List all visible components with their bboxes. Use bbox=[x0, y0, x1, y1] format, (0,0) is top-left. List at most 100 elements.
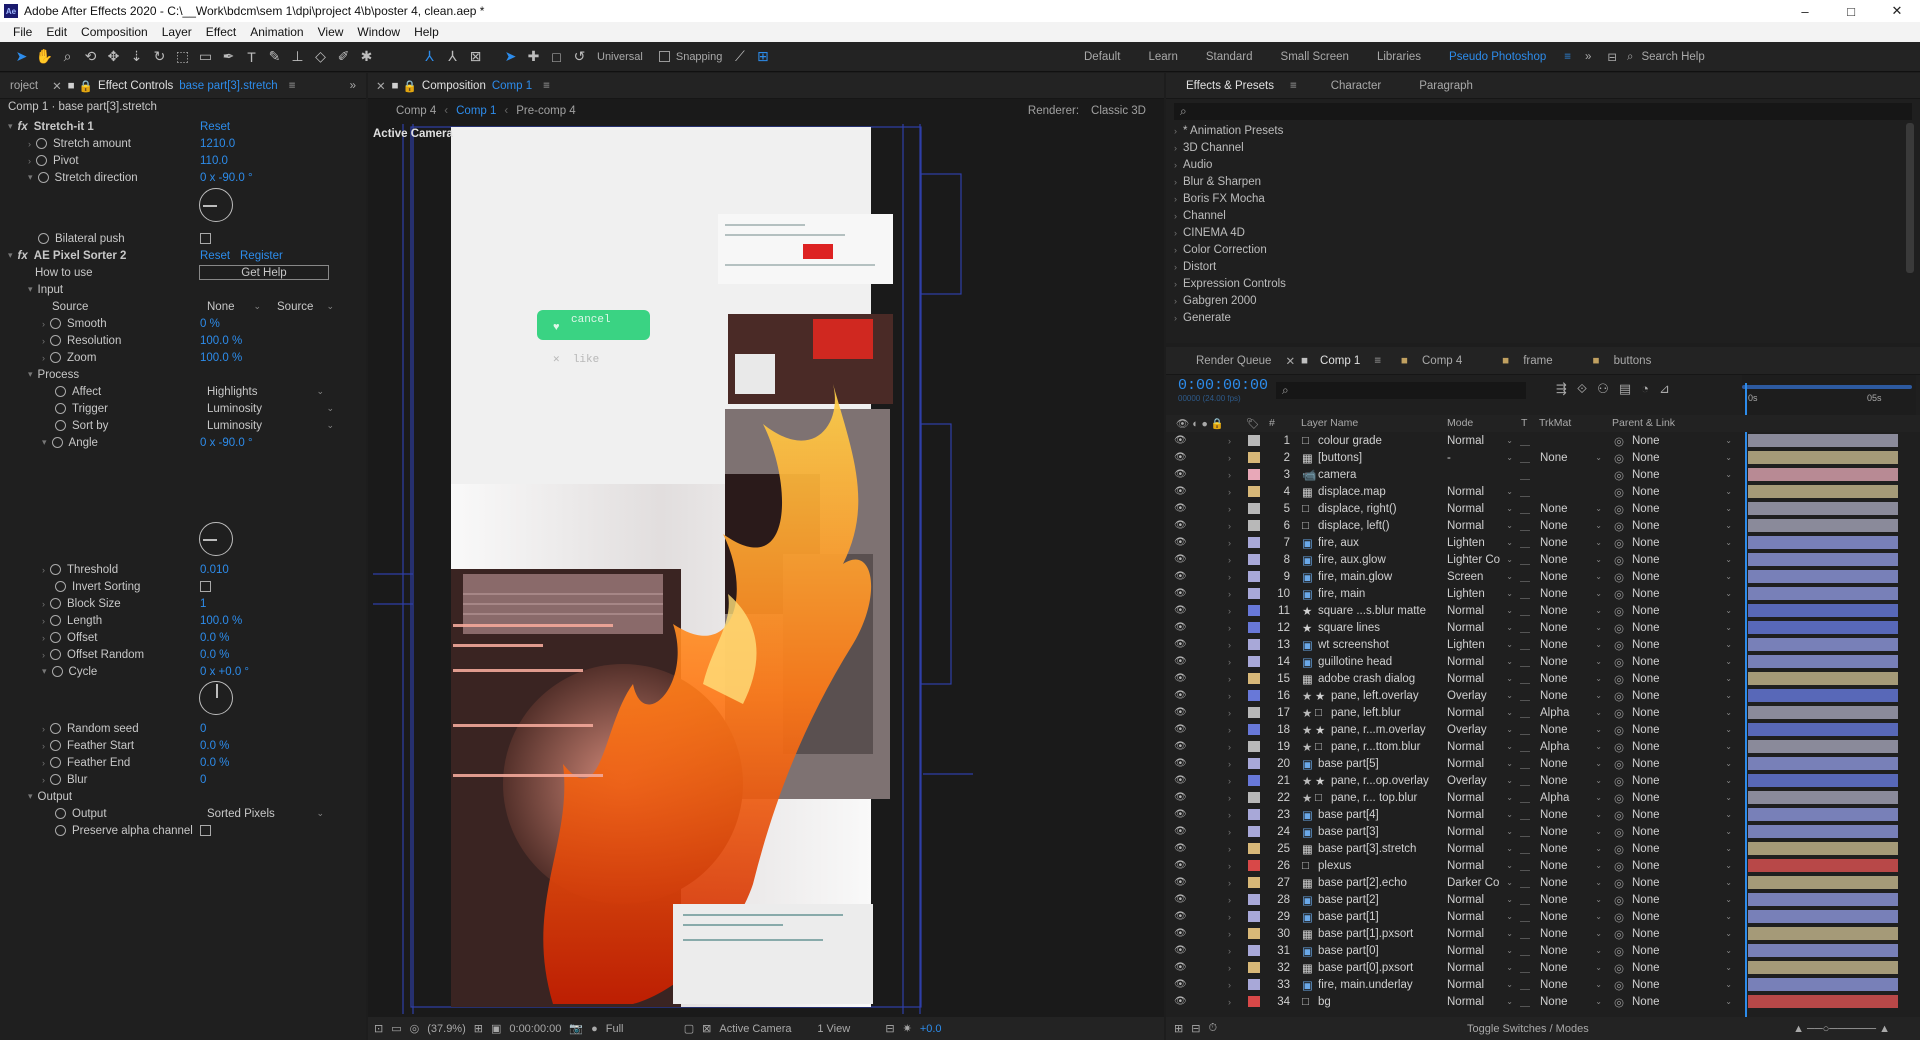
type-tool-icon[interactable]: T bbox=[240, 46, 263, 68]
feather-start-value[interactable]: 0.0 % bbox=[200, 737, 229, 754]
layer-duration-bar[interactable] bbox=[1748, 672, 1898, 685]
unified-camera-icon[interactable]: ➤ bbox=[499, 46, 522, 68]
sort-by-dropdown[interactable]: Luminosity ⌄ bbox=[203, 418, 338, 433]
parent-dropdown[interactable]: None ⌄ bbox=[1632, 772, 1732, 789]
menu-effect[interactable]: Effect bbox=[199, 25, 243, 39]
visibility-eye-icon[interactable]: 👁 bbox=[1174, 483, 1187, 500]
pixel-sorter-reset-link[interactable]: Reset bbox=[200, 247, 230, 264]
blend-mode-dropdown[interactable]: Overlay ⌄ bbox=[1447, 687, 1513, 704]
label-color-swatch[interactable] bbox=[1248, 486, 1260, 497]
layer-duration-bar[interactable] bbox=[1748, 434, 1898, 447]
preserve-transparency-box[interactable] bbox=[1520, 877, 1530, 888]
effect-category[interactable]: › Generate bbox=[1166, 309, 1906, 326]
track-matte-dropdown[interactable]: None ⌄ bbox=[1540, 959, 1602, 976]
snapping-label[interactable]: Snapping bbox=[676, 51, 723, 63]
panel-menu-icon[interactable]: ■ bbox=[66, 80, 77, 92]
lock-icon[interactable]: 🔒 bbox=[401, 79, 419, 93]
layer-name[interactable]: base part[4] bbox=[1318, 806, 1379, 823]
preserve-transparency-box[interactable] bbox=[1520, 605, 1530, 616]
layer-duration-bar[interactable] bbox=[1748, 451, 1898, 464]
pick-whip-icon[interactable]: ◎ bbox=[1614, 942, 1624, 959]
tab-effects-presets[interactable]: Effects & Presets bbox=[1176, 80, 1284, 92]
label-color-swatch[interactable] bbox=[1248, 809, 1260, 820]
visibility-eye-icon[interactable]: 👁 bbox=[1174, 585, 1187, 602]
layer-duration-bar[interactable] bbox=[1748, 519, 1898, 532]
bilateral-push-checkbox[interactable] bbox=[200, 233, 211, 244]
menu-help[interactable]: Help bbox=[407, 25, 446, 39]
pivot-value[interactable]: 110.0 bbox=[200, 152, 228, 169]
expand-layer-icon[interactable]: › bbox=[1228, 602, 1231, 619]
label-color-swatch[interactable] bbox=[1248, 469, 1260, 480]
layer-name[interactable]: bg bbox=[1318, 993, 1331, 1010]
stretch-direction-dial[interactable] bbox=[199, 188, 233, 222]
draft-3d-icon[interactable]: ⟐ bbox=[1577, 381, 1587, 397]
blend-mode-dropdown[interactable]: Lighten ⌄ bbox=[1447, 636, 1513, 653]
tab-effect-controls[interactable]: Effect Controls bbox=[95, 80, 176, 92]
track-matte-dropdown[interactable]: None ⌄ bbox=[1540, 636, 1602, 653]
blend-mode-dropdown[interactable]: Normal ⌄ bbox=[1447, 602, 1513, 619]
blend-mode-dropdown[interactable]: Normal ⌄ bbox=[1447, 959, 1513, 976]
offset-value[interactable]: 0.0 % bbox=[200, 629, 229, 646]
dolly-camera-icon[interactable]: ⇣ bbox=[125, 46, 148, 68]
random-seed-value[interactable]: 0 bbox=[200, 720, 206, 737]
layer-name[interactable]: base part[3].stretch bbox=[1318, 840, 1416, 857]
parent-dropdown[interactable]: None ⌄ bbox=[1632, 636, 1732, 653]
threshold-value[interactable]: 0.010 bbox=[200, 561, 229, 578]
layer-duration-bar[interactable] bbox=[1748, 621, 1898, 634]
layer-name[interactable]: pane, left.overlay bbox=[1331, 687, 1419, 704]
expand-layer-icon[interactable]: › bbox=[1228, 942, 1231, 959]
graph-editor-icon[interactable]: ⊿ bbox=[1659, 381, 1670, 397]
layer-duration-bar[interactable] bbox=[1748, 774, 1898, 787]
preserve-transparency-box[interactable] bbox=[1520, 928, 1530, 939]
pick-whip-icon[interactable]: ◎ bbox=[1614, 891, 1624, 908]
expand-layer-icon[interactable]: › bbox=[1228, 738, 1231, 755]
expand-layer-icon[interactable]: › bbox=[1228, 483, 1231, 500]
offset-random-value[interactable]: 0.0 % bbox=[200, 646, 229, 663]
layer-row[interactable]: 👁 › 13 ▣ wt screenshot Lighten ⌄ None ⌄ ◎ None ⌄ bbox=[1166, 636, 1898, 653]
preserve-transparency-box[interactable] bbox=[1520, 588, 1530, 599]
pick-whip-icon[interactable]: ◎ bbox=[1614, 585, 1624, 602]
angle-value[interactable]: 0 x -90.0 ° bbox=[200, 434, 253, 451]
blend-mode-dropdown[interactable]: Normal ⌄ bbox=[1447, 891, 1513, 908]
stretch-reset-link[interactable]: Reset bbox=[200, 118, 230, 135]
blend-mode-dropdown[interactable]: Overlay ⌄ bbox=[1447, 721, 1513, 738]
label-color-swatch[interactable] bbox=[1248, 724, 1260, 735]
layer-row[interactable]: 👁 › 4 ▦ displace.map Normal ⌄ ◎ None ⌄ bbox=[1166, 483, 1898, 500]
track-matte-dropdown[interactable]: Alpha ⌄ bbox=[1540, 789, 1602, 806]
output-dropdown[interactable]: Sorted Pixels ⌄ bbox=[203, 806, 328, 821]
expand-layer-icon[interactable]: › bbox=[1228, 721, 1231, 738]
label-color-swatch[interactable] bbox=[1248, 605, 1260, 616]
blend-mode-dropdown[interactable]: Normal ⌄ bbox=[1447, 432, 1513, 449]
visibility-eye-icon[interactable]: 👁 bbox=[1174, 772, 1187, 789]
layer-name[interactable]: plexus bbox=[1318, 857, 1351, 874]
preserve-transparency-box[interactable] bbox=[1520, 503, 1530, 514]
parent-dropdown[interactable]: None ⌄ bbox=[1632, 517, 1732, 534]
visibility-eye-icon[interactable]: 👁 bbox=[1174, 704, 1187, 721]
visibility-eye-icon[interactable]: 👁 bbox=[1174, 840, 1187, 857]
panel-menu-icon[interactable]: ■ bbox=[390, 80, 401, 92]
toggle-pixel-icon[interactable]: ⊟ bbox=[885, 1022, 894, 1035]
comp-mini-flowchart-icon[interactable]: ⇶ bbox=[1556, 381, 1567, 397]
puppet-pin-icon[interactable]: ✱ bbox=[355, 46, 378, 68]
always-preview-icon[interactable]: ⊡ bbox=[374, 1022, 383, 1035]
label-color-swatch[interactable] bbox=[1248, 979, 1260, 990]
parent-dropdown[interactable]: None ⌄ bbox=[1632, 738, 1732, 755]
visibility-eye-icon[interactable]: 👁 bbox=[1174, 925, 1187, 942]
expand-layer-icon[interactable]: › bbox=[1228, 517, 1231, 534]
layer-row[interactable]: 👁 › 28 ▣ base part[2] Normal ⌄ None ⌄ ◎ None ⌄ bbox=[1166, 891, 1898, 908]
tab-render-queue[interactable]: Render Queue bbox=[1186, 355, 1281, 367]
layer-duration-bar[interactable] bbox=[1748, 485, 1898, 498]
label-color-swatch[interactable] bbox=[1248, 639, 1260, 650]
effect-category[interactable]: › Expression Controls bbox=[1166, 275, 1906, 292]
tab-comp-1[interactable]: Comp 1 bbox=[1310, 355, 1370, 367]
track-matte-dropdown[interactable]: None ⌄ bbox=[1540, 925, 1602, 942]
blend-mode-dropdown[interactable]: Normal ⌄ bbox=[1447, 976, 1513, 993]
tab-paragraph[interactable]: Paragraph bbox=[1409, 80, 1483, 92]
track-matte-dropdown[interactable]: None ⌄ bbox=[1540, 908, 1602, 925]
lock-icon[interactable]: 🔒 bbox=[77, 79, 95, 93]
universal-label[interactable]: Universal bbox=[597, 51, 643, 63]
visibility-eye-icon[interactable]: 👁 bbox=[1174, 500, 1187, 517]
rectangle-tool-icon[interactable]: ▭ bbox=[194, 46, 217, 68]
work-area-bar[interactable] bbox=[1742, 385, 1912, 389]
effects-search-input[interactable]: ⌕ bbox=[1174, 103, 1912, 120]
